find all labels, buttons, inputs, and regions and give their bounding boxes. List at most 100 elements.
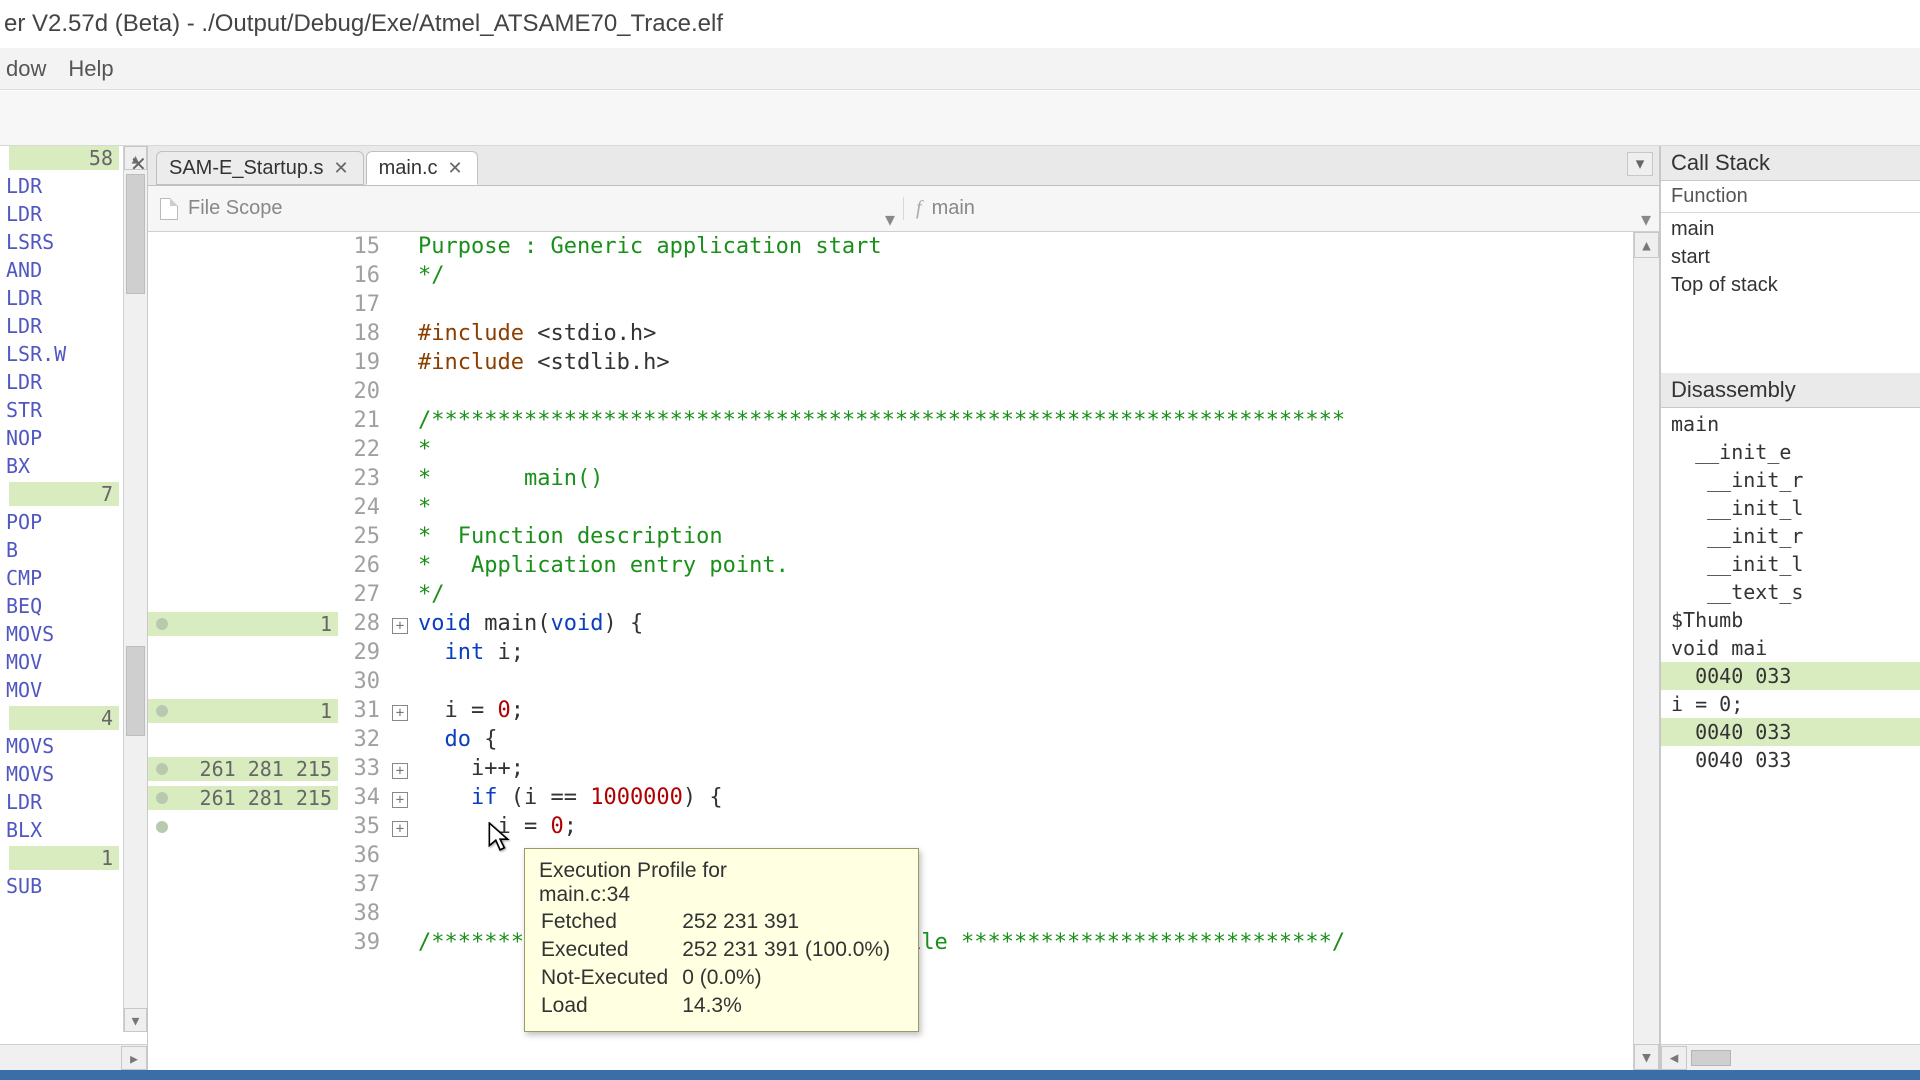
disassembly-line[interactable]: __init_l <box>1671 494 1910 522</box>
mnemonic: POP <box>6 510 42 534</box>
tab-label: SAM-E_Startup.s <box>169 157 324 180</box>
code-text: * Function description <box>412 524 1633 549</box>
coverage-dot-icon <box>156 821 168 833</box>
disassembly-line[interactable]: void mai <box>1671 634 1910 662</box>
fold-toggle[interactable]: + <box>388 756 412 781</box>
code-line[interactable]: 261 281 21534+ if (i == 1000000) { <box>148 783 1633 812</box>
mnemonic: NOP <box>6 426 42 450</box>
close-icon[interactable]: ✕ <box>130 152 147 177</box>
code-editor[interactable]: 15Purpose : Generic application start16*… <box>148 232 1659 1070</box>
disassembly-line[interactable]: __init_l <box>1671 550 1910 578</box>
code-line[interactable]: 17 <box>148 290 1633 319</box>
left-vertical-scrollbar[interactable]: ▴ ▾ <box>123 146 147 1032</box>
left-horizontal-scrollbar[interactable]: ▸ <box>0 1044 147 1070</box>
code-line[interactable]: 261 281 21533+ i++; <box>148 754 1633 783</box>
window-title: er V2.57d (Beta) - ./Output/Debug/Exe/At… <box>0 0 1920 48</box>
code-line[interactable]: 20 <box>148 377 1633 406</box>
file-scope-selector[interactable]: File Scope ▾ <box>148 197 904 220</box>
tooltip-row: Not-Executed0 (0.0%) <box>541 965 902 991</box>
line-number: 27 <box>338 582 388 607</box>
code-line[interactable]: 32 do { <box>148 725 1633 754</box>
code-line[interactable]: 30 <box>148 667 1633 696</box>
instruction-column: ▴ ▾ ▸ 58LDRLDRLSRSANDLDRLDRLSR.WLDRSTRNO… <box>0 146 148 1070</box>
disassembly-line[interactable]: __text_s <box>1671 578 1910 606</box>
tabs-overflow-dropdown[interactable]: ▾ <box>1627 152 1653 176</box>
tooltip-row: Executed252 231 391 (100.0%) <box>541 937 902 963</box>
code-text: /***************************************… <box>412 408 1633 433</box>
document-icon <box>160 198 178 220</box>
menu-window[interactable]: dow <box>6 56 46 82</box>
code-line[interactable]: 22* <box>148 435 1633 464</box>
scroll-thumb[interactable] <box>1691 1050 1731 1066</box>
line-number: 19 <box>338 350 388 375</box>
code-line[interactable]: 27 */ <box>148 580 1633 609</box>
code-line[interactable]: 35+ i = 0; <box>148 812 1633 841</box>
scroll-thumb[interactable] <box>126 646 145 736</box>
disassembly-list[interactable]: main __init_e __init_r __init_l __init_r… <box>1661 408 1920 1044</box>
tab-main-c[interactable]: main.c✕ <box>366 151 478 185</box>
fold-toggle[interactable]: + <box>388 785 412 810</box>
code-text: */ <box>412 582 1633 607</box>
scroll-right-icon[interactable]: ▸ <box>121 1046 147 1070</box>
code-text: * <box>412 495 1633 520</box>
chevron-down-icon[interactable]: ▾ <box>1641 207 1651 232</box>
code-line[interactable]: 25* Function description <box>148 522 1633 551</box>
code-line[interactable]: 18#include <stdio.h> <box>148 319 1633 348</box>
line-number: 20 <box>338 379 388 404</box>
chevron-down-icon[interactable]: ▾ <box>885 207 895 232</box>
close-icon[interactable]: ✕ <box>332 158 351 179</box>
call-stack-entry[interactable]: Top of stack <box>1671 271 1910 299</box>
disassembly-line[interactable]: 0040 033 <box>1671 746 1910 774</box>
mnemonic: LDR <box>6 370 42 394</box>
fold-toggle[interactable]: + <box>388 611 412 636</box>
scroll-left-icon[interactable]: ◂ <box>1661 1046 1687 1070</box>
mnemonic: MOVS <box>6 622 54 646</box>
code-line[interactable]: 29 int i; <box>148 638 1633 667</box>
editor-vertical-scrollbar[interactable]: ▴ ▾ <box>1633 232 1659 1070</box>
code-line[interactable]: 16*/ <box>148 261 1633 290</box>
disassembly-line[interactable]: 0040 033 <box>1661 662 1920 690</box>
call-stack-list[interactable]: mainstartTop of stack <box>1661 213 1920 373</box>
scroll-down-icon[interactable]: ▾ <box>1634 1044 1659 1070</box>
fold-toggle[interactable]: + <box>388 814 412 839</box>
code-line[interactable]: 23* main() <box>148 464 1633 493</box>
call-stack-entry[interactable]: start <box>1671 243 1910 271</box>
code-line[interactable]: 21/*************************************… <box>148 406 1633 435</box>
disassembly-line[interactable]: __init_r <box>1671 522 1910 550</box>
mnemonic: BX <box>6 454 30 478</box>
execution-profile-tooltip: Execution Profile for main.c:34 Fetched2… <box>524 848 919 1032</box>
mnemonic: BLX <box>6 818 42 842</box>
scroll-up-icon[interactable]: ▴ <box>1634 232 1659 258</box>
call-stack-entry[interactable]: main <box>1671 215 1910 243</box>
scroll-down-icon[interactable]: ▾ <box>124 1008 147 1032</box>
coverage-dot-icon <box>156 618 168 630</box>
function-scope-selector[interactable]: f main ▾ <box>904 197 1659 220</box>
coverage-cell: 261 281 215 <box>148 757 338 781</box>
line-number: 24 <box>338 495 388 520</box>
tab-sam-e_startup-s[interactable]: SAM-E_Startup.s ✕ <box>156 151 364 185</box>
disassembly-line[interactable]: __init_r <box>1671 466 1910 494</box>
fold-toggle[interactable]: + <box>388 698 412 723</box>
code-line[interactable]: 15Purpose : Generic application start <box>148 232 1633 261</box>
execution-count: 1 <box>9 846 119 870</box>
mnemonic: BEQ <box>6 594 42 618</box>
disassembly-line[interactable]: main <box>1671 410 1910 438</box>
disassembly-horizontal-scrollbar[interactable]: ◂ <box>1661 1044 1920 1070</box>
disassembly-line[interactable]: i = 0; <box>1671 690 1910 718</box>
line-number: 33 <box>338 756 388 781</box>
menu-help[interactable]: Help <box>68 56 113 82</box>
disassembly-line[interactable]: $Thumb <box>1671 606 1910 634</box>
mnemonic: SUB <box>6 874 42 898</box>
line-number: 36 <box>338 843 388 868</box>
code-line[interactable]: 26* Application entry point. <box>148 551 1633 580</box>
close-icon[interactable]: ✕ <box>446 158 465 179</box>
code-line[interactable]: 24 * <box>148 493 1633 522</box>
function-icon: f <box>916 197 922 220</box>
scroll-thumb[interactable] <box>126 174 145 294</box>
code-line[interactable]: 19#include <stdlib.h> <box>148 348 1633 377</box>
disassembly-line[interactable]: 0040 033 <box>1661 718 1920 746</box>
disassembly-line[interactable]: __init_e <box>1671 438 1910 466</box>
coverage-dot-icon <box>156 763 168 775</box>
code-line[interactable]: 131+ i = 0; <box>148 696 1633 725</box>
code-line[interactable]: 128+void main(void) { <box>148 609 1633 638</box>
